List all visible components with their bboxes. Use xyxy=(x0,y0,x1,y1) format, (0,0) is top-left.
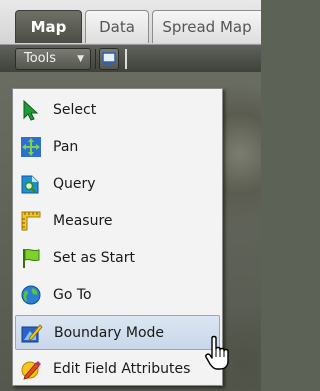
globe-icon xyxy=(21,285,41,305)
menu-item-boundary-mode[interactable]: Boundary Mode xyxy=(15,315,220,350)
menu-item-set-as-start[interactable]: Set as Start xyxy=(15,241,220,276)
hand-pointer-icon xyxy=(205,335,229,370)
menu-item-label: Pan xyxy=(53,139,79,155)
select-arrow-icon xyxy=(23,99,39,121)
menu-item-label: Go To xyxy=(53,287,92,303)
menu-item-label: Measure xyxy=(53,213,113,229)
pencil-icon xyxy=(21,361,41,380)
menu-item-go-to[interactable]: Go To xyxy=(15,278,220,313)
toolbar: Tools ▼ xyxy=(0,45,261,72)
monitor-icon xyxy=(102,52,116,65)
menu-item-select[interactable]: Select xyxy=(15,93,220,128)
chevron-down-icon: ▼ xyxy=(77,54,84,64)
toolbar-divider-2 xyxy=(125,49,127,69)
pan-arrows-icon xyxy=(21,137,41,157)
query-icon xyxy=(21,175,39,194)
menu-item-pan[interactable]: Pan xyxy=(15,130,220,165)
toolbar-divider xyxy=(95,49,96,69)
menu-item-label: Edit Field Attributes xyxy=(53,361,191,377)
menu-item-edit-field-attributes[interactable]: Edit Field Attributes xyxy=(15,352,220,387)
tools-dropdown-button[interactable]: Tools ▼ xyxy=(15,48,91,70)
menu-item-label: Boundary Mode xyxy=(54,325,165,341)
tab-data[interactable]: Data xyxy=(85,10,149,43)
tab-map[interactable]: Map xyxy=(15,10,82,43)
menu-item-measure[interactable]: Measure xyxy=(15,204,220,239)
tools-label: Tools xyxy=(24,51,57,66)
tab-spread-map[interactable]: Spread Map xyxy=(152,10,261,43)
menu-item-label: Set as Start xyxy=(53,250,135,266)
tools-menu: Select Pan Query Measure Set as Start Go… xyxy=(12,88,223,386)
ruler-icon xyxy=(21,211,41,231)
boundary-icon xyxy=(21,324,43,343)
monitor-button[interactable] xyxy=(99,48,119,70)
menu-item-label: Select xyxy=(53,102,97,118)
menu-item-label: Query xyxy=(53,176,96,192)
flag-icon xyxy=(23,248,40,268)
tab-bar: Map Data Spread Map xyxy=(0,0,261,45)
menu-item-query[interactable]: Query xyxy=(15,167,220,202)
